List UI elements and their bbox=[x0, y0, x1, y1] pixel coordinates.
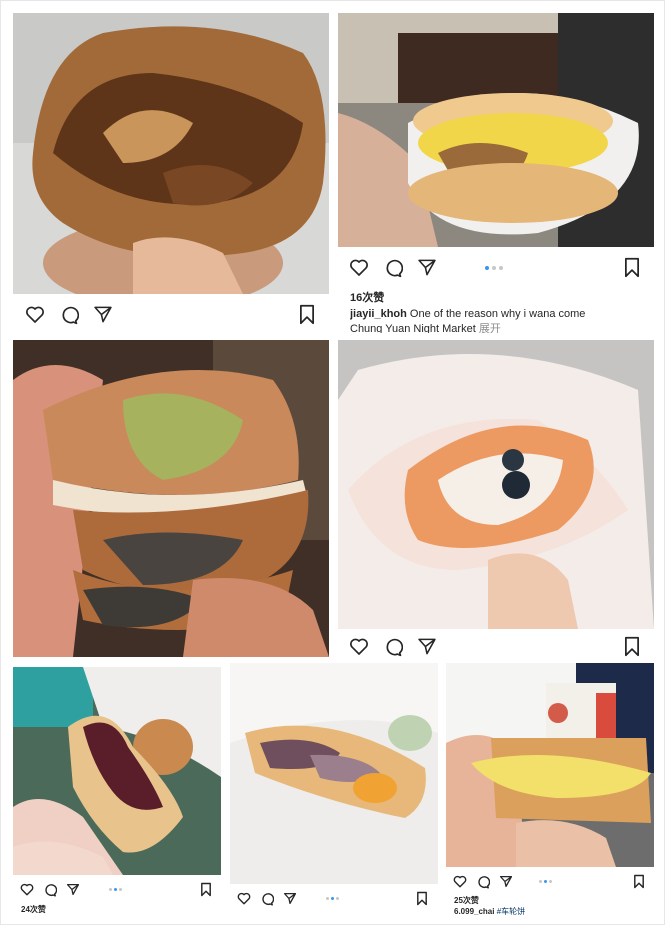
heart-icon[interactable] bbox=[349, 637, 369, 656]
share-icon[interactable] bbox=[93, 305, 113, 324]
post-matcha-chocolate-wheel-cakes bbox=[13, 340, 329, 657]
comment-icon[interactable] bbox=[260, 892, 274, 906]
post-photo[interactable] bbox=[13, 667, 221, 875]
heart-icon[interactable] bbox=[25, 305, 45, 324]
comment-icon[interactable] bbox=[43, 883, 57, 897]
comment-icon[interactable] bbox=[383, 637, 403, 657]
post-photo[interactable] bbox=[13, 340, 329, 657]
comment-icon[interactable] bbox=[476, 875, 490, 889]
share-icon[interactable] bbox=[417, 258, 437, 277]
post-taro-egg-yolk-wheel-cake bbox=[230, 663, 438, 917]
post-custard-cream-wheel-cake: 25次赞 6.099_chai #车轮饼 bbox=[446, 663, 654, 917]
bookmark-icon[interactable] bbox=[623, 257, 641, 278]
bookmark-icon[interactable] bbox=[633, 874, 645, 889]
bookmark-icon[interactable] bbox=[623, 636, 641, 657]
caption-text: One of the reason why i wana come bbox=[409, 308, 586, 320]
post-photo[interactable] bbox=[13, 13, 329, 294]
heart-icon[interactable] bbox=[237, 892, 251, 905]
post-cheese-chicken-waffle: 16次赞 jiayii_khoh One of the reason why i… bbox=[338, 13, 654, 333]
bookmark-icon[interactable] bbox=[200, 882, 212, 897]
carousel-dots bbox=[539, 880, 552, 883]
more-link[interactable]: 展开 bbox=[479, 323, 501, 333]
heart-icon[interactable] bbox=[453, 875, 467, 888]
comment-icon[interactable] bbox=[383, 258, 403, 278]
post-actions bbox=[13, 301, 329, 331]
share-icon[interactable] bbox=[417, 637, 437, 656]
like-count: 16次赞 bbox=[350, 292, 385, 304]
like-count: 25次赞 bbox=[454, 896, 479, 905]
share-icon[interactable] bbox=[283, 892, 297, 905]
post-actions bbox=[13, 879, 221, 899]
like-count: 24次赞 bbox=[21, 905, 46, 914]
post-actions bbox=[338, 255, 654, 285]
bookmark-icon[interactable] bbox=[416, 891, 428, 906]
post-taro-pearl-wheel-cake bbox=[338, 340, 654, 662]
carousel-dots bbox=[485, 266, 503, 270]
post-photo[interactable] bbox=[446, 663, 654, 867]
caption-hashtag[interactable]: #车轮饼 bbox=[497, 907, 525, 916]
post-photo[interactable] bbox=[230, 663, 438, 884]
post-photo[interactable] bbox=[338, 340, 654, 629]
post-photo[interactable] bbox=[338, 13, 654, 247]
post-actions bbox=[338, 632, 654, 662]
comment-icon[interactable] bbox=[59, 305, 79, 325]
heart-icon[interactable] bbox=[20, 883, 34, 896]
caption-username[interactable]: jiayii_khoh bbox=[350, 308, 407, 320]
share-icon[interactable] bbox=[66, 883, 80, 896]
post-caption: jiayii_khoh One of the reason why i wana… bbox=[350, 307, 650, 333]
bookmark-icon[interactable] bbox=[298, 304, 316, 325]
carousel-dots bbox=[326, 897, 339, 900]
post-actions bbox=[446, 871, 654, 891]
carousel-dots bbox=[109, 888, 122, 891]
collage-frame: 16次赞 jiayii_khoh One of the reason why i… bbox=[0, 0, 665, 925]
post-chocolate-waffle-cake bbox=[13, 13, 329, 335]
post-caption: 6.099_chai #车轮饼 bbox=[454, 907, 650, 916]
share-icon[interactable] bbox=[499, 875, 513, 888]
post-actions bbox=[230, 887, 438, 907]
caption-username[interactable]: 6.099_chai bbox=[454, 907, 494, 916]
heart-icon[interactable] bbox=[349, 258, 369, 277]
post-red-bean-wheel-cake: 24次赞 bbox=[13, 667, 221, 917]
caption-text-line2: Chung Yuan Night Market bbox=[350, 323, 476, 333]
